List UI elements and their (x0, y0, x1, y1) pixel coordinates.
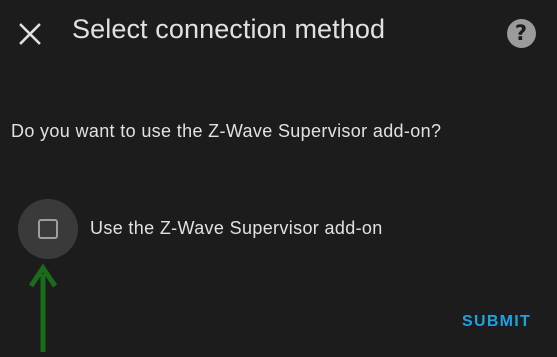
close-icon (19, 23, 41, 45)
help-circle-icon: ? (506, 18, 536, 48)
help-button[interactable]: ? (505, 17, 537, 49)
supervisor-checkbox[interactable] (18, 199, 78, 259)
supervisor-checkbox-label[interactable]: Use the Z-Wave Supervisor add-on (90, 216, 383, 240)
supervisor-checkbox-row (18, 198, 78, 260)
question-text: Do you want to use the Z-Wave Supervisor… (11, 121, 442, 141)
checkbox-box (38, 219, 58, 239)
arrow-up-icon (28, 263, 58, 352)
submit-button[interactable]: SUBMIT (454, 304, 539, 340)
dialog-title: Select connection method (72, 14, 386, 44)
connection-method-dialog: Select connection method ? Do you want t… (0, 0, 557, 357)
close-button[interactable] (10, 14, 50, 54)
